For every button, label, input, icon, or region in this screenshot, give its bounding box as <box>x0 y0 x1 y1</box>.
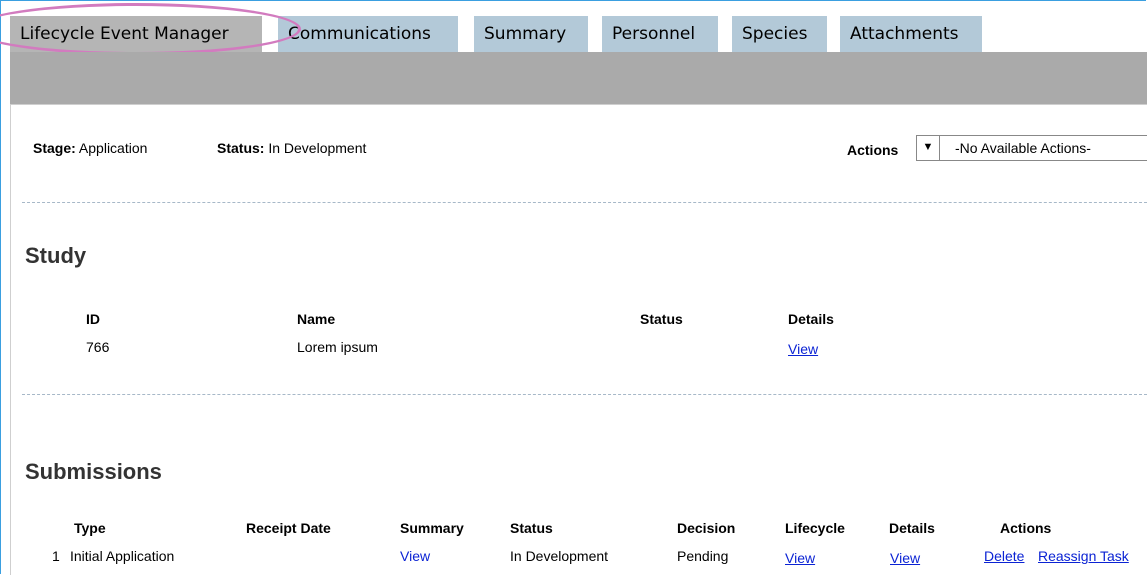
sub-row-status: In Development <box>510 548 609 564</box>
stage-field: Stage: Application <box>33 140 147 156</box>
stage-label: Stage: <box>33 140 76 156</box>
main-content <box>10 104 1147 575</box>
actions-dropdown[interactable]: ▼ -No Available Actions- <box>916 135 1147 161</box>
study-header-name: Name <box>297 311 336 327</box>
sub-header-summary: Summary <box>400 520 464 536</box>
study-details-view-link[interactable]: View <box>788 341 818 357</box>
tab-lifecycle-event-manager[interactable]: Lifecycle Event Manager <box>10 16 262 53</box>
submissions-title: Submissions <box>25 459 162 484</box>
study-name: Lorem ipsum <box>297 339 378 355</box>
study-title: Study <box>25 243 87 268</box>
sub-header-status: Status <box>510 520 553 536</box>
tab-attachments[interactable]: Attachments <box>840 16 982 53</box>
sub-lifecycle-view-link[interactable]: View <box>785 550 815 566</box>
tab-bar: Lifecycle Event Manager Communications S… <box>0 1 1147 55</box>
sub-delete-link[interactable]: Delete <box>984 548 1024 564</box>
divider <box>22 394 1147 395</box>
tab-species[interactable]: Species <box>732 16 827 53</box>
sub-header-actions: Actions <box>1000 520 1052 536</box>
sub-header-decision: Decision <box>677 520 736 536</box>
tab-personnel[interactable]: Personnel <box>602 16 718 53</box>
sub-header-type: Type <box>74 520 106 536</box>
study-header-id: ID <box>86 311 100 327</box>
status-label: Status: <box>217 140 265 156</box>
toolbar-band <box>10 52 1147 104</box>
study-header-details: Details <box>788 311 834 327</box>
sub-row-decision: Pending <box>677 548 729 564</box>
study-header-status: Status <box>640 311 683 327</box>
dropdown-arrow-icon[interactable]: ▼ <box>917 136 940 160</box>
sub-row-type: Initial Application <box>70 548 175 564</box>
actions-label: Actions <box>847 142 899 158</box>
sub-row-number: 1 <box>52 548 60 564</box>
actions-selected-value: -No Available Actions- <box>955 140 1091 156</box>
divider <box>22 202 1147 203</box>
tab-communications[interactable]: Communications <box>278 16 458 53</box>
study-id: 766 <box>86 339 110 355</box>
sub-header-details: Details <box>889 520 935 536</box>
stage-value: Application <box>78 140 148 156</box>
status-field: Status: In Development <box>217 140 366 156</box>
sub-header-receipt-date: Receipt Date <box>246 520 331 536</box>
tab-summary[interactable]: Summary <box>474 16 588 53</box>
sub-header-lifecycle: Lifecycle <box>785 520 845 536</box>
sub-details-view-link[interactable]: View <box>890 550 920 566</box>
status-value: In Development <box>268 140 367 156</box>
sub-reassign-task-link[interactable]: Reassign Task <box>1038 548 1129 564</box>
sub-summary-view-link[interactable]: View <box>400 548 430 564</box>
